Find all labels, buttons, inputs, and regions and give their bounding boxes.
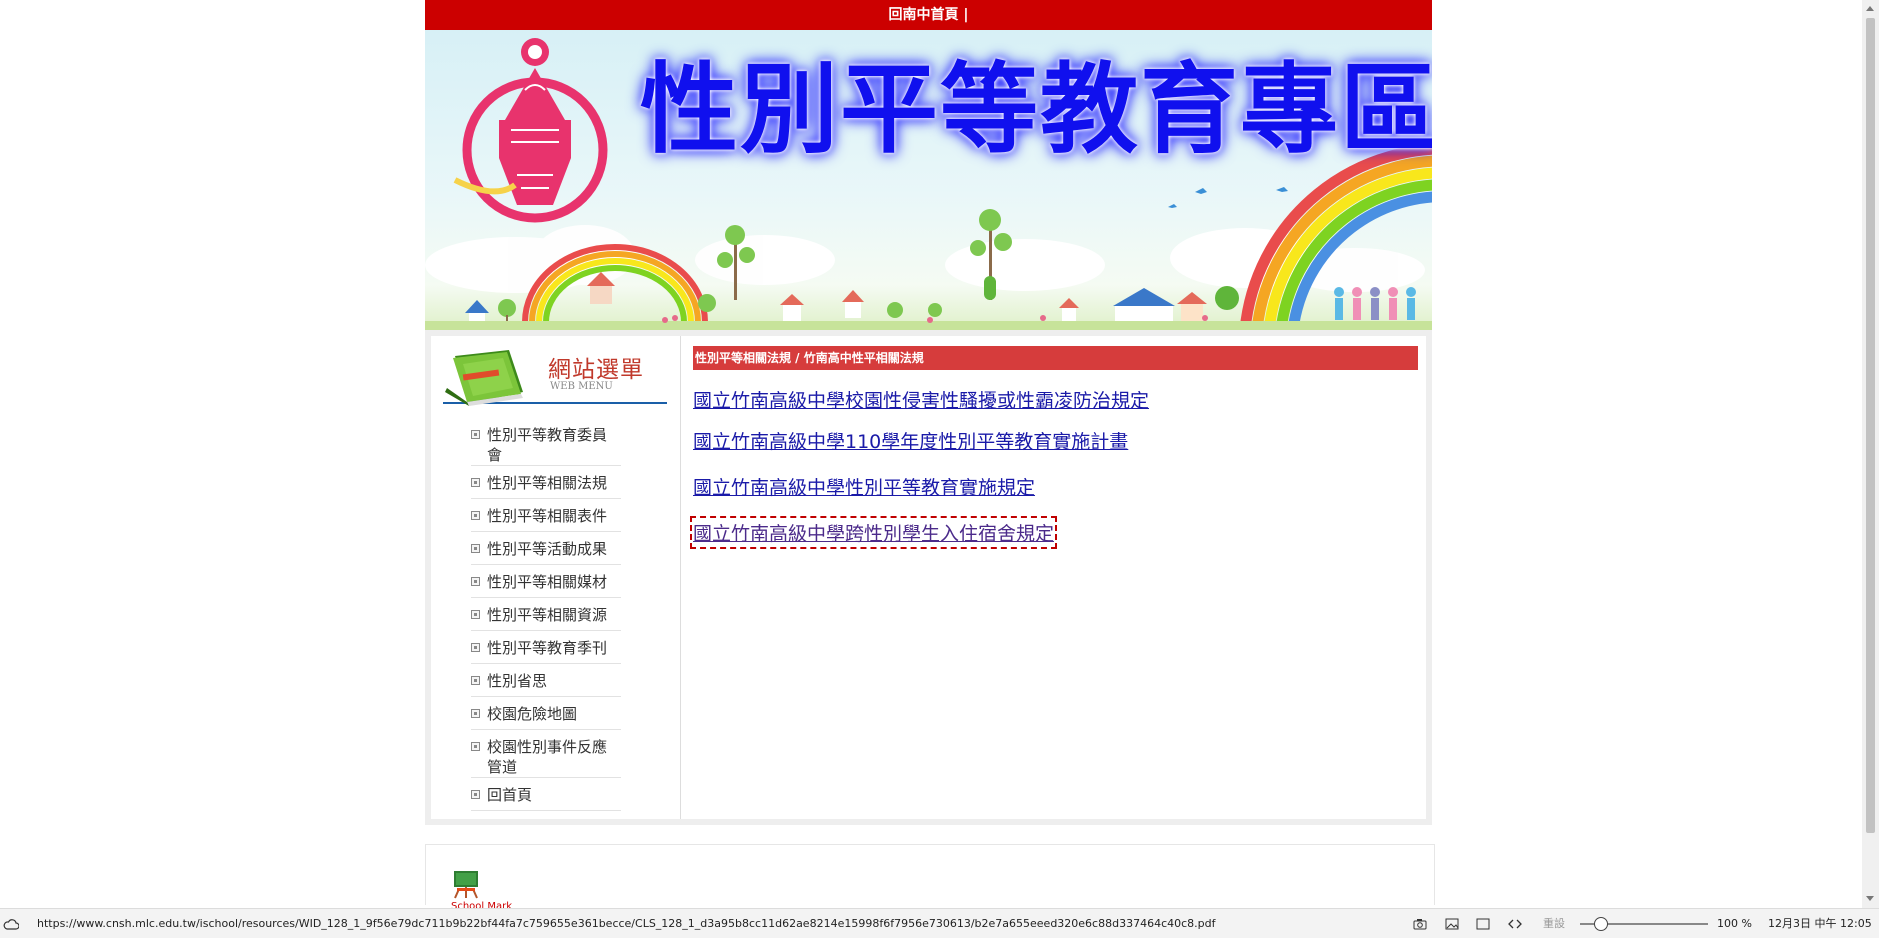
- reset-zoom-button[interactable]: 重設: [1543, 909, 1565, 938]
- menu-subtitle: WEB MENU: [550, 381, 613, 392]
- status-url: https://www.cnsh.mlc.edu.tw/ischool/reso…: [37, 917, 1216, 930]
- bullet-icon: [471, 511, 480, 520]
- sidebar-item-media[interactable]: 性別平等相關媒材: [471, 572, 621, 598]
- doc-link-implementation-rules[interactable]: 國立竹南高級中學性別平等教育實施規定: [693, 473, 1035, 500]
- sidebar-item-quarterly[interactable]: 性別平等教育季刊: [471, 638, 621, 664]
- top-nav-bar: 回南中首頁 |: [425, 0, 1432, 30]
- breadcrumb: 性別平等相關法規 / 竹南高中性平相關法規: [693, 346, 1418, 370]
- book-icon: [445, 350, 523, 406]
- sidebar-item-resources[interactable]: 性別平等相關資源: [471, 605, 621, 631]
- zoom-level: 100 %: [1717, 917, 1752, 930]
- scroll-down-arrow-icon[interactable]: [1866, 896, 1874, 901]
- vertical-scrollbar[interactable]: [1862, 0, 1879, 908]
- camera-icon[interactable]: [1413, 918, 1427, 930]
- doc-link-110-plan[interactable]: 國立竹南高級中學110學年度性別平等教育實施計畫: [693, 427, 1128, 454]
- bullet-icon: [471, 430, 480, 439]
- bullet-icon: [471, 610, 480, 619]
- sidebar-item-danger-map[interactable]: 校園危險地圖: [471, 704, 621, 730]
- sidebar-menu: 性別平等教育委員會 性別平等相關法規 性別平等相關表件 性別平等活動成果 性別平…: [471, 425, 621, 818]
- page-container: 回南中首頁 | 性別平等教育專區 網站選單 WEB MENU 性別平等教育委員會…: [425, 0, 1432, 825]
- sidebar-item-reflection[interactable]: 性別省思: [471, 671, 621, 697]
- bullet-icon: [471, 478, 480, 487]
- code-icon[interactable]: [1508, 918, 1522, 930]
- sidebar-item-report-channel[interactable]: 校園性別事件反應管道: [471, 737, 621, 778]
- status-bar: https://www.cnsh.mlc.edu.tw/ischool/reso…: [0, 908, 1879, 938]
- bullet-icon: [471, 676, 480, 685]
- bullet-icon: [471, 577, 480, 586]
- cloud-icon[interactable]: [3, 918, 19, 930]
- zoom-slider-knob[interactable]: [1594, 917, 1608, 931]
- scroll-up-arrow-icon[interactable]: [1866, 6, 1874, 11]
- banner-title: 性別平等教育專區: [640, 53, 1432, 167]
- sidebar-item-forms[interactable]: 性別平等相關表件: [471, 506, 621, 532]
- sidebar-item-activity-results[interactable]: 性別平等活動成果: [471, 539, 621, 565]
- doc-link-transgender-dorm[interactable]: 國立竹南高級中學跨性別學生入住宿舍規定: [689, 516, 1058, 549]
- sidebar-item-home[interactable]: 回首頁: [471, 785, 621, 811]
- bullet-icon: [471, 742, 480, 751]
- footer-panel: School Mark: [425, 844, 1435, 912]
- sidebar-item-gender-committee[interactable]: 性別平等教育委員會: [471, 425, 621, 466]
- bullet-icon: [471, 790, 480, 799]
- bullet-icon: [471, 643, 480, 652]
- bullet-icon: [471, 544, 480, 553]
- sidebar-item-regulations[interactable]: 性別平等相關法規: [471, 473, 621, 499]
- window-icon[interactable]: [1476, 918, 1490, 930]
- scroll-thumb[interactable]: [1866, 18, 1875, 833]
- image-icon[interactable]: [1445, 918, 1459, 930]
- banner: 性別平等教育專區: [425, 30, 1432, 330]
- sidebar: 網站選單 WEB MENU 性別平等教育委員會 性別平等相關法規 性別平等相關表…: [431, 336, 681, 819]
- clock: 12月3日 中午 12:05: [1768, 917, 1872, 930]
- bullet-icon: [471, 709, 480, 718]
- main-content: 性別平等相關法規 / 竹南高中性平相關法規 國立竹南高級中學校園性侵害性騷擾或性…: [689, 336, 1418, 819]
- menu-header: 網站選單 WEB MENU: [443, 344, 667, 406]
- home-link[interactable]: 回南中首頁 |: [889, 7, 969, 23]
- content-panel: 網站選單 WEB MENU 性別平等教育委員會 性別平等相關法規 性別平等相關表…: [431, 336, 1426, 819]
- school-mark-icon: [454, 871, 478, 899]
- menu-title: 網站選單: [548, 357, 644, 383]
- content-area: 網站選單 WEB MENU 性別平等教育委員會 性別平等相關法規 性別平等相關表…: [425, 330, 1432, 825]
- doc-link-harassment-prevention[interactable]: 國立竹南高級中學校園性侵害性騷擾或性霸凌防治規定: [693, 386, 1149, 413]
